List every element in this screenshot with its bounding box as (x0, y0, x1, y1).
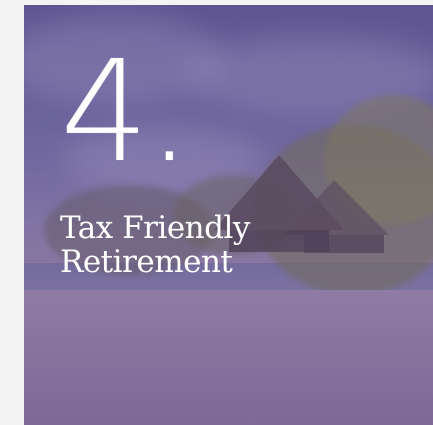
page: 4. Tax Friendly Retirement (0, 0, 433, 425)
feature-card[interactable]: 4. Tax Friendly Retirement (24, 5, 433, 425)
card-title-line1: Tax Friendly (60, 210, 250, 246)
card-title-line2: Retirement (60, 244, 233, 280)
card-title: Tax Friendly Retirement (60, 211, 380, 279)
card-number: 4. (60, 43, 192, 183)
card-number-text: 4. (60, 31, 192, 194)
